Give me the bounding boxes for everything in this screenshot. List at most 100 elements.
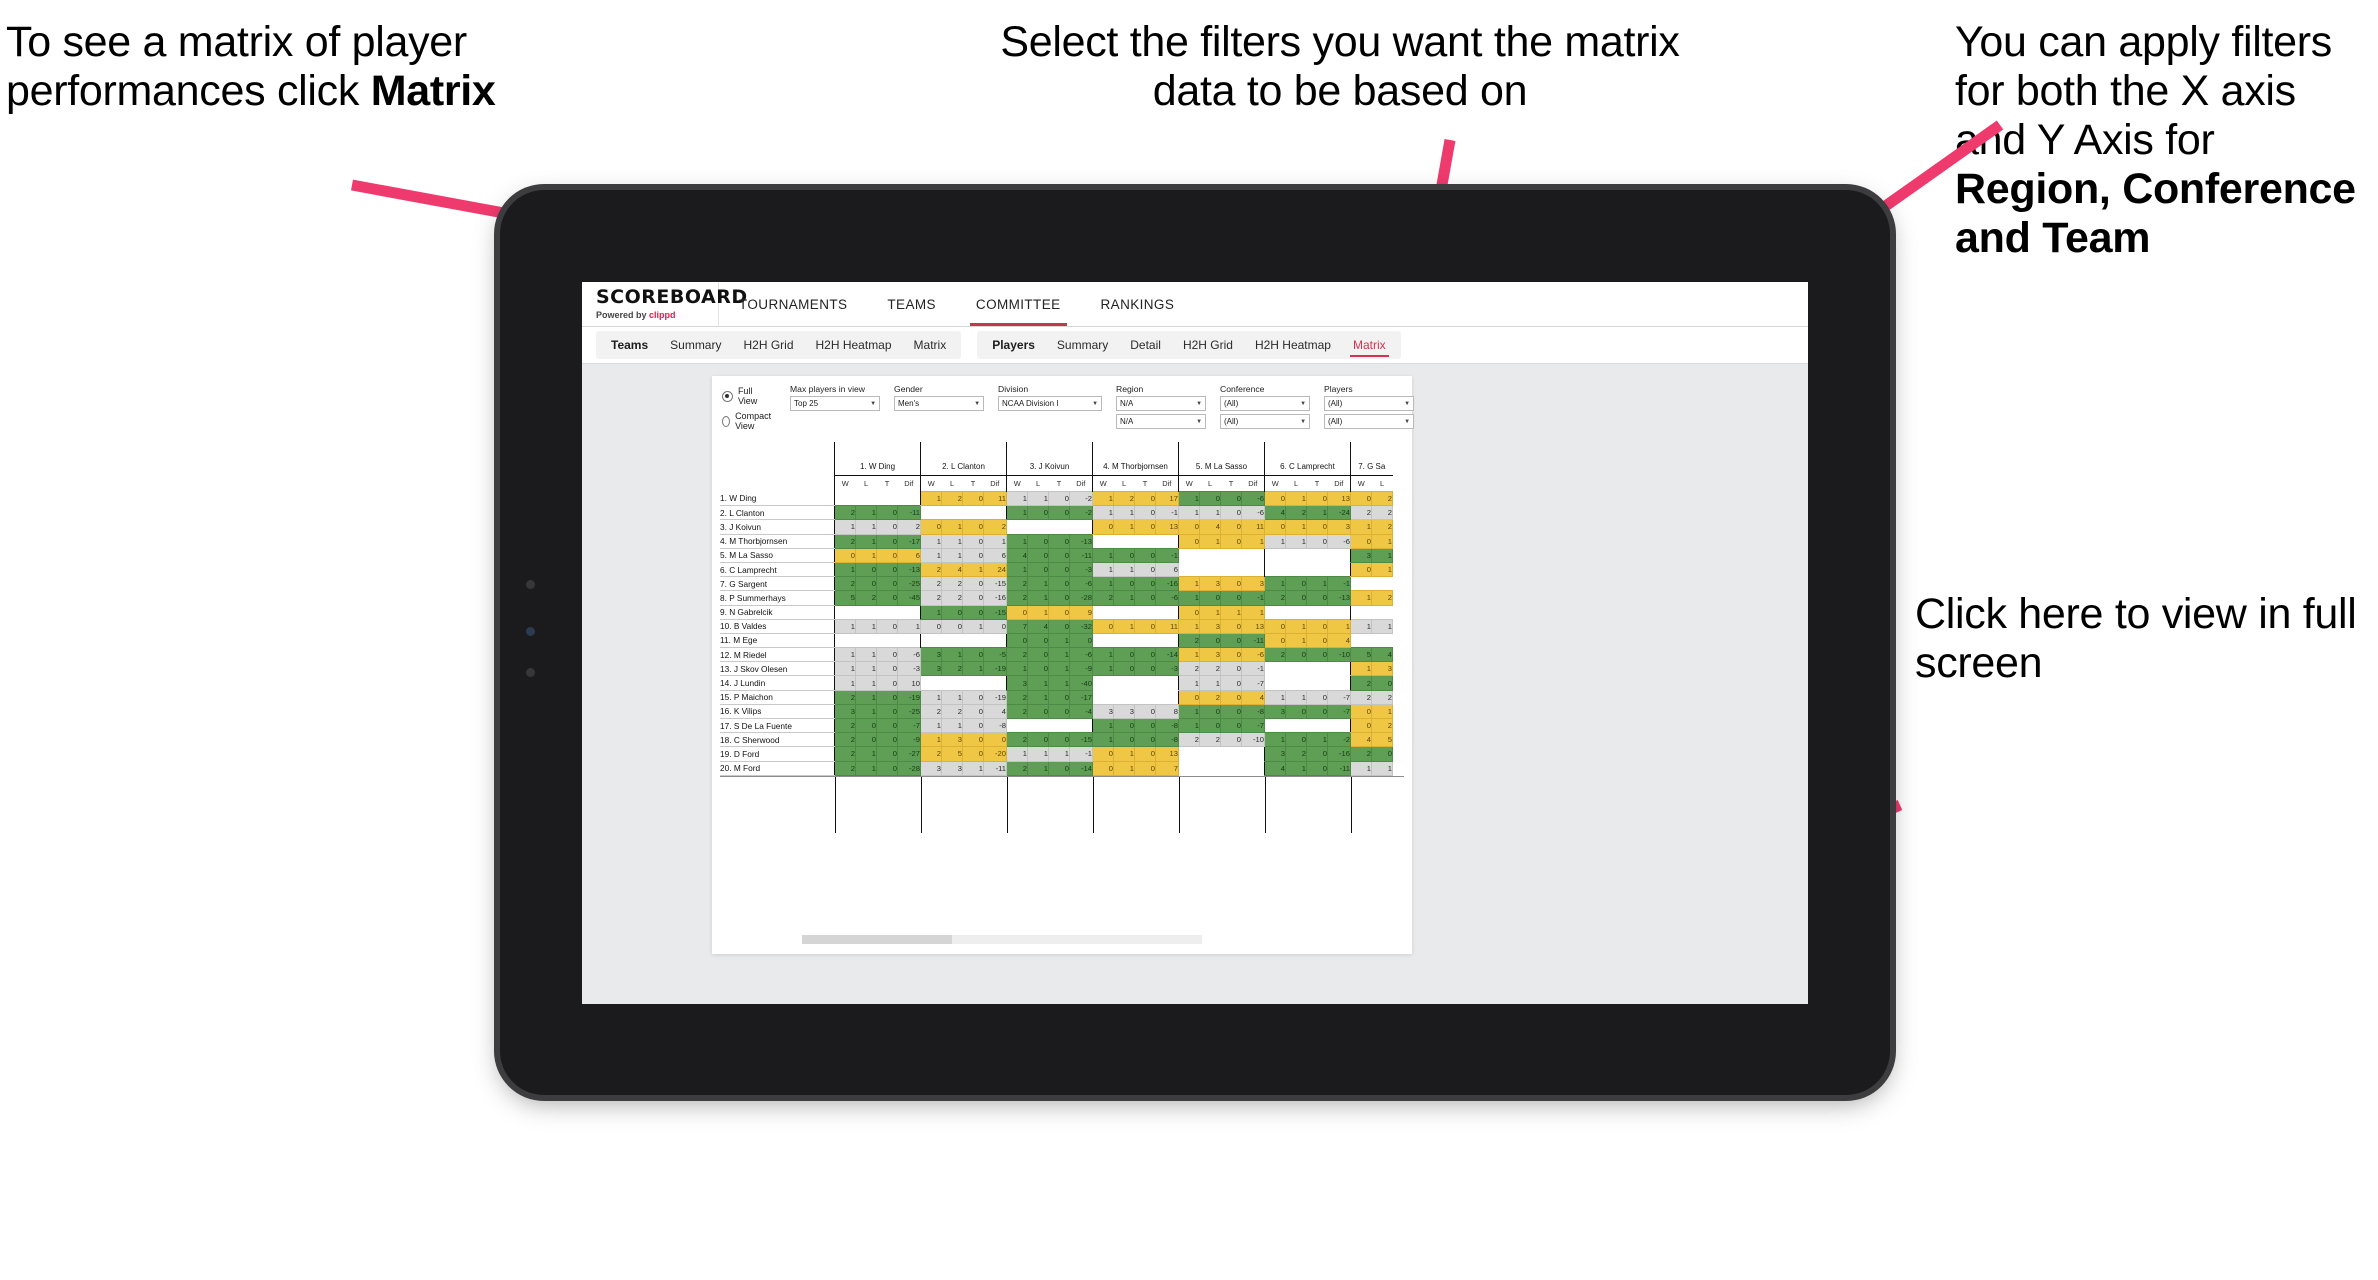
matrix-column-header[interactable]: 1. W Ding	[834, 458, 921, 476]
matrix-row-header[interactable]: 2. L Clanton	[720, 505, 835, 521]
matrix-cell[interactable]: 0	[1134, 760, 1156, 776]
matrix-cell[interactable]	[1241, 761, 1265, 776]
matrix-cell[interactable]	[1285, 675, 1307, 691]
matrix-cell[interactable]	[1327, 562, 1351, 577]
matrix-cell[interactable]: 1	[1285, 760, 1307, 776]
matrix-cell[interactable]: 1	[1092, 647, 1114, 663]
matrix-cell[interactable]: 0	[1178, 689, 1200, 705]
matrix-cell[interactable]: 0	[1306, 618, 1328, 634]
matrix-cell[interactable]	[1006, 718, 1028, 733]
filter-region-select-y[interactable]: N/A ▼	[1116, 414, 1207, 429]
matrix-cell[interactable]	[834, 633, 856, 648]
matrix-cell[interactable]: 1	[1006, 561, 1028, 578]
matrix-row-header[interactable]: 4. M Thorbjornsen	[720, 534, 835, 549]
matrix-cell[interactable]: 0	[1048, 533, 1070, 549]
matrix-cell[interactable]: 1	[1027, 689, 1049, 705]
matrix-cell[interactable]: 0	[1048, 689, 1070, 705]
matrix-cell[interactable]: 1	[897, 618, 921, 634]
matrix-cell[interactable]: -24	[1327, 505, 1351, 521]
matrix-cell[interactable]: 1	[834, 618, 856, 634]
matrix-cell[interactable]: 1	[920, 490, 942, 507]
matrix-cell[interactable]: 0	[1134, 505, 1156, 521]
matrix-row-header[interactable]: 19. D Ford	[720, 746, 835, 762]
matrix-cell[interactable]: 0	[1092, 760, 1114, 776]
matrix-cell[interactable]: 0	[1134, 490, 1156, 507]
matrix-row-header[interactable]: 14. J Lundin	[720, 675, 835, 691]
matrix-cell[interactable]: 0	[1134, 732, 1156, 748]
matrix-cell[interactable]: 0	[876, 732, 898, 748]
matrix-cell[interactable]: 0	[962, 746, 984, 762]
matrix-cell[interactable]	[1069, 718, 1093, 733]
matrix-cell[interactable]: 0	[1113, 661, 1135, 677]
matrix-cell[interactable]: 1	[1178, 576, 1200, 592]
filter-players-select-y[interactable]: (All) ▼	[1324, 414, 1415, 429]
horizontal-scrollbar-thumb[interactable]	[802, 935, 952, 944]
matrix-cell[interactable]: -7	[1241, 717, 1265, 734]
matrix-cell[interactable]: 0	[1220, 689, 1242, 705]
matrix-cell[interactable]: 2	[1371, 689, 1393, 705]
matrix-cell[interactable]: 5	[834, 590, 856, 606]
matrix-cell[interactable]	[920, 675, 942, 691]
matrix-cell[interactable]: 0	[855, 561, 877, 578]
matrix-cell[interactable]: -6	[1241, 647, 1265, 663]
matrix-cell[interactable]: 0	[1306, 590, 1328, 606]
matrix-cell[interactable]: 4	[1350, 732, 1372, 748]
matrix-cell[interactable]: 1	[1092, 547, 1114, 563]
matrix-cell[interactable]: 2	[1350, 689, 1372, 705]
matrix-cell[interactable]: 0	[876, 746, 898, 762]
matrix-cell[interactable]: 0	[1048, 590, 1070, 606]
matrix-cell[interactable]: -19	[897, 689, 921, 705]
matrix-cell[interactable]: 1	[1285, 519, 1307, 535]
matrix-cell[interactable]: 4	[1371, 647, 1393, 663]
matrix-cell[interactable]: 1	[1264, 533, 1286, 549]
matrix-cell[interactable]: -11	[1241, 632, 1265, 649]
matrix-cell[interactable]: -13	[1327, 590, 1351, 606]
matrix-cell[interactable]: 1	[1006, 533, 1028, 549]
matrix-row-header[interactable]: 6. C Lamprecht	[720, 562, 835, 578]
matrix-cell[interactable]: 0	[1306, 490, 1328, 507]
matrix-cell[interactable]: 11	[1241, 519, 1265, 535]
matrix-cell[interactable]: 2	[1371, 519, 1393, 535]
matrix-cell[interactable]: 0	[1285, 647, 1307, 663]
matrix-cell[interactable]: -2	[1327, 732, 1351, 748]
matrix-cell[interactable]: 3	[941, 760, 963, 776]
matrix-cell[interactable]: 1	[1092, 732, 1114, 748]
matrix-cell[interactable]: 0	[1048, 760, 1070, 776]
matrix-row-header[interactable]: 5. M La Sasso	[720, 548, 835, 563]
matrix-cell[interactable]: 1	[920, 732, 942, 748]
matrix-cell[interactable]: 1	[1371, 561, 1393, 578]
matrix-cell[interactable]: -28	[897, 760, 921, 776]
matrix-cell[interactable]: 0	[876, 590, 898, 606]
matrix-cell[interactable]	[1092, 633, 1114, 648]
matrix-cell[interactable]: 1	[1092, 490, 1114, 507]
matrix-cell[interactable]: 2	[897, 519, 921, 535]
matrix-cell[interactable]: 2	[1113, 490, 1135, 507]
matrix-cell[interactable]	[1306, 718, 1328, 733]
matrix-cell[interactable]: -1	[1155, 547, 1179, 563]
matrix-cell[interactable]: 0	[876, 519, 898, 535]
matrix-cell[interactable]: 0	[876, 561, 898, 578]
matrix-cell[interactable]	[983, 505, 1007, 520]
matrix-cell[interactable]	[855, 605, 877, 620]
matrix-cell[interactable]: 4	[1027, 618, 1049, 634]
matrix-column-header[interactable]: 5. M La Sasso	[1178, 458, 1265, 476]
matrix-cell[interactable]	[1155, 675, 1179, 691]
matrix-cell[interactable]: 2	[1350, 746, 1372, 762]
matrix-cell[interactable]: 1	[1113, 505, 1135, 521]
matrix-cell[interactable]: 2	[920, 576, 942, 592]
matrix-cell[interactable]: 1	[1178, 675, 1200, 691]
matrix-cell[interactable]	[1134, 675, 1156, 691]
matrix-table-wrapper[interactable]: 1. W Ding 2. L Clanton 3. J Koivun 4. M Tho…	[712, 442, 1412, 833]
matrix-row-header[interactable]: 16. K Vilips	[720, 704, 835, 720]
matrix-cell[interactable]: 0	[1134, 576, 1156, 592]
matrix-row[interactable]: 14. J Lundin 1 1 0 10 3 1 1 -40 1 1 0 -7 2 0	[720, 675, 1393, 691]
matrix-cell[interactable]: 13	[1241, 618, 1265, 634]
matrix-cell[interactable]: 0	[1113, 547, 1135, 563]
matrix-cell[interactable]: 0	[1220, 675, 1242, 691]
matrix-cell[interactable]: 1	[1285, 632, 1307, 649]
matrix-cell[interactable]: 1	[920, 547, 942, 563]
matrix-cell[interactable]	[1048, 519, 1070, 535]
matrix-cell[interactable]: 0	[962, 717, 984, 734]
matrix-cell[interactable]: 1	[1113, 519, 1135, 535]
matrix-cell[interactable]: 0	[1027, 647, 1049, 663]
